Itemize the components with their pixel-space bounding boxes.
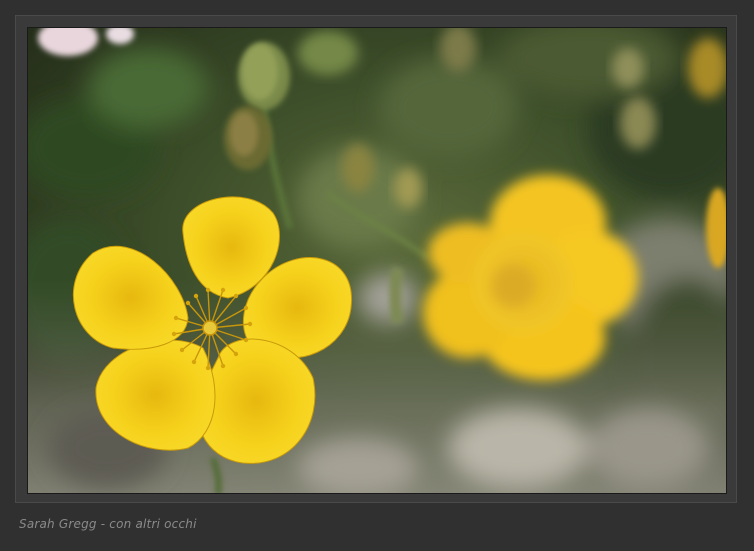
flower-pistil <box>202 320 218 336</box>
photo-credit-caption: Sarah Gregg - con altri occhi <box>19 517 197 531</box>
flower-photograph <box>27 27 727 494</box>
